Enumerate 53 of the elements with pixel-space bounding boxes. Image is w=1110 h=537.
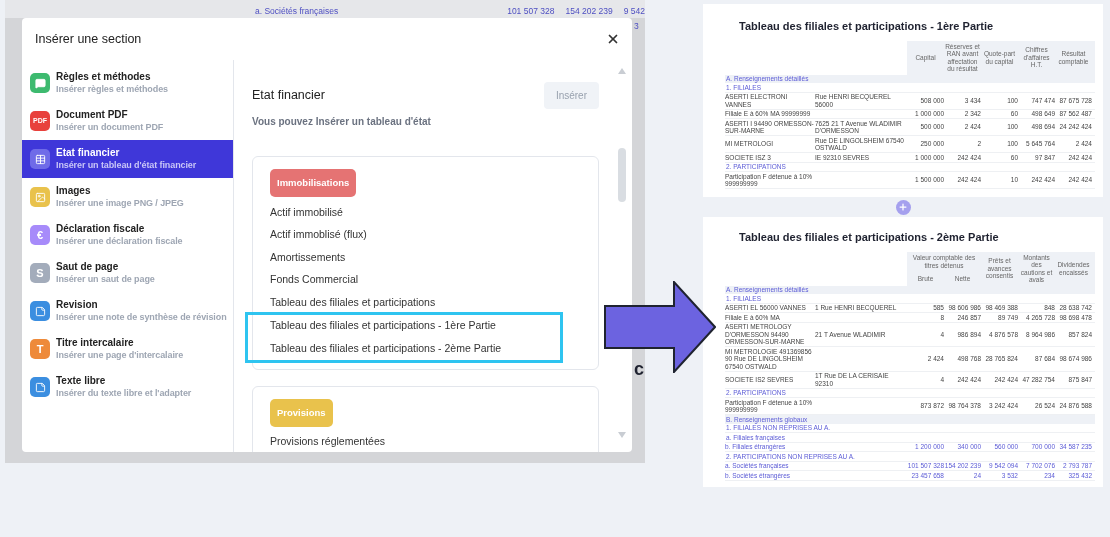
background-text-fragment: 3 [634,20,639,33]
section-type-title: Document PDF [56,109,129,121]
category-badge: Provisions [270,398,333,427]
financial-table-option[interactable]: Fonds Commercial [270,268,581,292]
financial-table-option[interactable]: Provisions réglementées [270,431,581,452]
background-row-value: 101 507 328 [507,5,555,18]
section-heading: Etat financier [252,87,325,105]
section-type-subtitle: Insérer règles et méthodes [56,83,168,95]
section-type-title: Titre intercalaire [56,337,135,349]
plus-icon [898,202,908,212]
section-type-subtitle: Insérer une page d'intercalaire [56,349,184,361]
section-type-title: Images [56,185,92,197]
section-type-subtitle: Insérer du texte libre et l'adapter [56,387,192,399]
section-type-icon: T [30,339,50,359]
background-row-value: 9 542 [623,5,645,18]
section-type-icon: S [30,263,50,283]
section-type-item[interactable]: T Titre intercalaire Insérer une page d'intercalaire [22,330,233,368]
section-type-item[interactable]: € Déclaration fiscale Insérer une déclaration fiscale [22,216,233,254]
section-type-subtitle: Insérer un document PDF [56,121,164,133]
section-type-title: Règles et méthodes [56,71,152,83]
section-description: Vous pouvez Insérer un tableau d'état [252,115,432,129]
section-type-subtitle: Insérer un saut de page [56,273,155,285]
section-type-title: Saut de page [56,261,120,273]
section-type-item[interactable]: Etat financier Insérer un tableau d'état financier [22,140,233,178]
section-type-item[interactable]: S Saut de page Insérer un saut de page [22,254,233,292]
background-row-value: 154 202 239 [565,5,613,18]
financial-table-option[interactable]: Tableau des filiales et participations - 2ème Partie [270,337,560,360]
section-type-subtitle: Insérer un tableau d'état financier [56,159,197,171]
section-type-subtitle: Insérer une déclaration fiscale [56,235,183,247]
section-type-title: Etat financier [56,147,121,159]
modal-title: Insérer une section [35,30,142,48]
financial-table-option[interactable]: Tableau des filiales et participations - 1ère Partie [270,314,560,338]
financial-table-option[interactable]: Actif immobilisé [270,201,581,224]
section-type-title: Revision [56,299,99,311]
section-type-icon: € [30,225,50,245]
category-badge: Immobilisations [270,169,357,198]
financial-table-option[interactable]: Tableau des filiales et participations [270,291,581,314]
document-title: Tableau des filiales et participations - 2ème Partie [738,230,1000,245]
background-text-fragment: c [634,358,644,381]
arrow-icon [604,281,716,373]
document-title: Tableau des filiales et participations - 1ère Partie [738,19,995,34]
section-type-subtitle: Insérer une note de synthèse de révision [56,311,227,323]
section-type-title: Déclaration fiscale [56,223,146,235]
background-row-label: a. Sociétés françaises [255,5,340,18]
section-type-item[interactable]: Revision Insérer une note de synthèse de révision [22,292,233,330]
financial-table-option[interactable]: Actif immoblisé (flux) [270,223,581,247]
section-type-title: Texte libre [56,375,107,387]
section-type-item[interactable]: Images Insérer une image PNG / JPEG [22,178,233,216]
section-type-item[interactable]: Texte libre Insérer du texte libre et l'adapter [22,368,233,406]
close-icon[interactable] [606,32,620,46]
section-type-subtitle: Insérer une image PNG / JPEG [56,197,184,209]
financial-table-option[interactable]: Amortissements [270,246,581,269]
section-type-item[interactable]: Règles et méthodes Insérer règles et méthodes [22,64,233,102]
